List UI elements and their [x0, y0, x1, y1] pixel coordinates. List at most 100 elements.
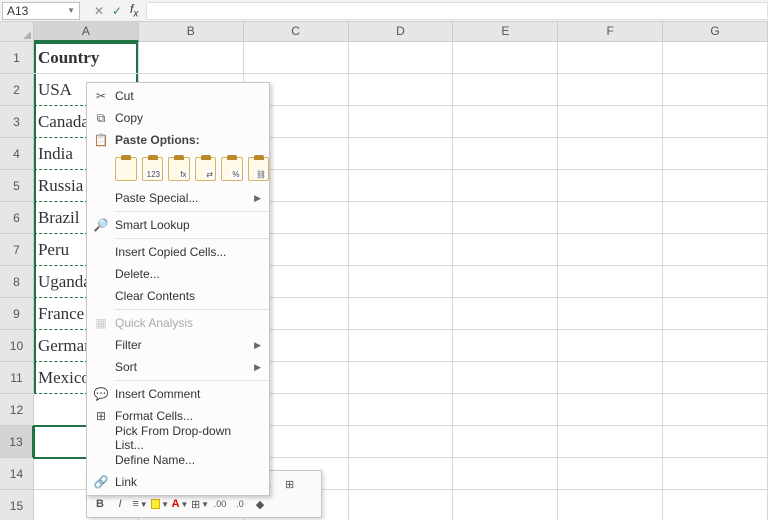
- col-header[interactable]: E: [453, 22, 558, 42]
- cell[interactable]: [558, 138, 663, 170]
- col-header[interactable]: F: [558, 22, 663, 42]
- menu-link[interactable]: 🔗Link: [87, 471, 269, 493]
- menu-insert-comment[interactable]: 💬Insert Comment: [87, 383, 269, 405]
- cell[interactable]: [453, 42, 558, 74]
- menu-pick-dropdown[interactable]: Pick From Drop-down List...: [87, 427, 269, 449]
- cell[interactable]: [453, 138, 558, 170]
- cell[interactable]: [558, 362, 663, 394]
- cell[interactable]: [663, 42, 768, 74]
- menu-insert-cells[interactable]: Insert Copied Cells...: [87, 241, 269, 263]
- fill-color-button[interactable]: ▼: [151, 495, 169, 513]
- increase-decimal-button[interactable]: .00: [211, 495, 229, 513]
- row-header[interactable]: 6: [0, 202, 34, 234]
- cell[interactable]: [558, 298, 663, 330]
- row-header[interactable]: 4: [0, 138, 34, 170]
- cell[interactable]: [244, 42, 349, 74]
- paste-option-icon[interactable]: ⇄: [195, 157, 217, 181]
- cell[interactable]: [453, 458, 558, 490]
- cell[interactable]: [558, 170, 663, 202]
- cell[interactable]: [349, 106, 454, 138]
- cell[interactable]: [453, 394, 558, 426]
- format-painter-button[interactable]: ⊞: [281, 475, 299, 493]
- row-header[interactable]: 11: [0, 362, 34, 394]
- cell[interactable]: [453, 170, 558, 202]
- cell[interactable]: [558, 330, 663, 362]
- cell[interactable]: [349, 138, 454, 170]
- col-header[interactable]: C: [244, 22, 349, 42]
- formula-input[interactable]: [146, 2, 768, 20]
- cell[interactable]: [453, 106, 558, 138]
- name-box[interactable]: A13 ▼: [2, 2, 80, 20]
- cell[interactable]: [558, 74, 663, 106]
- cell[interactable]: [349, 458, 454, 490]
- cell[interactable]: [349, 394, 454, 426]
- menu-cut[interactable]: ✂Cut: [87, 85, 269, 107]
- row-header[interactable]: 12: [0, 394, 34, 426]
- cell[interactable]: [349, 330, 454, 362]
- menu-filter[interactable]: Filter▶: [87, 334, 269, 356]
- row-header[interactable]: 3: [0, 106, 34, 138]
- cell[interactable]: [663, 458, 768, 490]
- cell[interactable]: [453, 234, 558, 266]
- cell[interactable]: [663, 202, 768, 234]
- col-header[interactable]: B: [139, 22, 244, 42]
- align-button[interactable]: ≡▼: [131, 495, 149, 513]
- row-header[interactable]: 7: [0, 234, 34, 266]
- select-all-corner[interactable]: [0, 22, 34, 42]
- col-header[interactable]: G: [663, 22, 768, 42]
- cell[interactable]: [558, 426, 663, 458]
- menu-copy[interactable]: ⧉Copy: [87, 107, 269, 129]
- cell[interactable]: [139, 42, 244, 74]
- bold-button[interactable]: B: [91, 495, 109, 513]
- cell[interactable]: [558, 394, 663, 426]
- paste-option-icon[interactable]: ⛓: [248, 157, 270, 181]
- row-header[interactable]: 2: [0, 74, 34, 106]
- cancel-icon[interactable]: ✕: [90, 4, 108, 18]
- cell[interactable]: [453, 490, 558, 520]
- cell[interactable]: [663, 74, 768, 106]
- borders-button[interactable]: ⊞▼: [191, 495, 209, 513]
- cell[interactable]: [558, 458, 663, 490]
- cell[interactable]: [558, 234, 663, 266]
- cell[interactable]: [558, 490, 663, 520]
- cell[interactable]: [663, 362, 768, 394]
- menu-delete[interactable]: Delete...: [87, 263, 269, 285]
- menu-sort[interactable]: Sort▶: [87, 356, 269, 378]
- row-header[interactable]: 14: [0, 458, 34, 490]
- paste-option-icon[interactable]: fx: [168, 157, 190, 181]
- row-header[interactable]: 15: [0, 490, 34, 520]
- row-header[interactable]: 8: [0, 266, 34, 298]
- paste-option-icon[interactable]: 123: [142, 157, 164, 181]
- cell[interactable]: [349, 202, 454, 234]
- dropdown-icon[interactable]: ▼: [67, 6, 75, 15]
- cell[interactable]: [349, 42, 454, 74]
- row-header[interactable]: 9: [0, 298, 34, 330]
- cell[interactable]: [558, 266, 663, 298]
- cell[interactable]: [453, 74, 558, 106]
- cell[interactable]: [453, 266, 558, 298]
- col-header[interactable]: D: [349, 22, 454, 42]
- row-header[interactable]: 5: [0, 170, 34, 202]
- cell[interactable]: Country: [34, 42, 139, 74]
- paste-option-icon[interactable]: %: [221, 157, 243, 181]
- fx-icon[interactable]: fx: [130, 2, 138, 19]
- cell[interactable]: [663, 330, 768, 362]
- cell[interactable]: [663, 106, 768, 138]
- cell[interactable]: [663, 298, 768, 330]
- cell[interactable]: [349, 234, 454, 266]
- decrease-decimal-button[interactable]: .0: [231, 495, 249, 513]
- menu-paste-special[interactable]: Paste Special...▶: [87, 187, 269, 209]
- cell[interactable]: [349, 490, 454, 520]
- enter-icon[interactable]: ✓: [108, 4, 126, 18]
- cell[interactable]: [663, 266, 768, 298]
- menu-smart-lookup[interactable]: 🔎Smart Lookup: [87, 214, 269, 236]
- col-header[interactable]: A: [34, 22, 139, 42]
- cell[interactable]: [663, 490, 768, 520]
- cell[interactable]: [349, 298, 454, 330]
- cell[interactable]: [663, 426, 768, 458]
- row-header[interactable]: 10: [0, 330, 34, 362]
- cell[interactable]: [349, 74, 454, 106]
- row-header[interactable]: 1: [0, 42, 34, 74]
- cell[interactable]: [453, 330, 558, 362]
- paste-option-icon[interactable]: [115, 157, 137, 181]
